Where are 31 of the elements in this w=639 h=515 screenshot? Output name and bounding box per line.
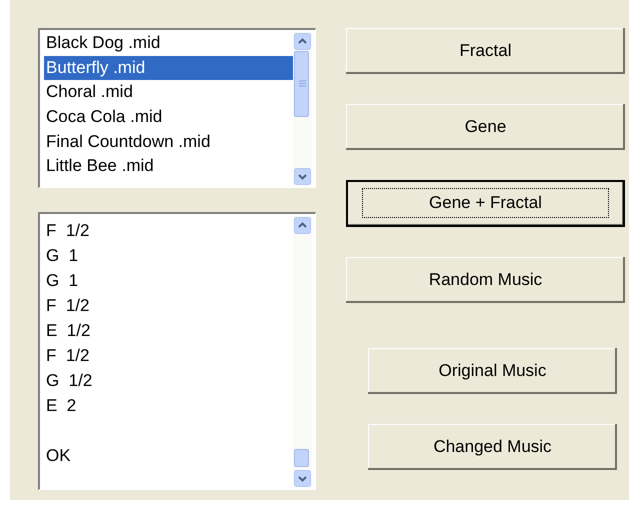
song-list[interactable]: Black Dog .mid Butterfly .mid Choral .mid Coca Cola .mid Final Countdown .mid Little Bee .mid: [38, 28, 316, 188]
scroll-up-button[interactable]: [294, 33, 311, 50]
scroll-down-button[interactable]: [294, 470, 311, 487]
note-line: G 1: [45, 245, 80, 267]
list-item[interactable]: Butterfly .mid: [44, 56, 293, 80]
action-button[interactable]: Original Music: [368, 348, 617, 394]
scrollbar[interactable]: [293, 216, 312, 487]
scroll-thumb[interactable]: [294, 51, 309, 117]
list-item[interactable]: Little Bee .mid: [44, 154, 293, 180]
note-line: F 1/2: [45, 345, 90, 367]
note-line: E 1/2: [45, 320, 92, 342]
note-line: F 1/2: [45, 295, 90, 317]
note-line: E 2: [45, 395, 78, 417]
action-button[interactable]: Fractal: [346, 28, 625, 74]
list-item[interactable]: Choral .mid: [44, 80, 293, 106]
note-line: G 1: [45, 270, 80, 292]
list-item[interactable]: Black Dog .mid: [44, 31, 293, 56]
output-text-area[interactable]: F 1/2 G 1 G 1 F 1/2 E 1/2 F 1/2 G 1/2 E 2 OK: [38, 212, 316, 490]
scrollbar[interactable]: [293, 32, 312, 185]
result-line: OK: [45, 445, 72, 467]
scroll-down-button[interactable]: [294, 168, 311, 185]
action-button[interactable]: Gene + Fractal: [346, 180, 625, 227]
note-line: F 1/2: [45, 220, 90, 242]
list-item[interactable]: Final Countdown .mid: [44, 130, 293, 154]
action-button[interactable]: Gene: [346, 104, 625, 150]
list-item[interactable]: Coca Cola .mid: [44, 105, 293, 130]
note-line: G 1/2: [45, 370, 94, 392]
scroll-up-button[interactable]: [294, 217, 311, 234]
action-button[interactable]: Changed Music: [368, 424, 617, 470]
action-button[interactable]: Random Music: [346, 256, 625, 303]
scroll-thumb[interactable]: [294, 449, 309, 467]
